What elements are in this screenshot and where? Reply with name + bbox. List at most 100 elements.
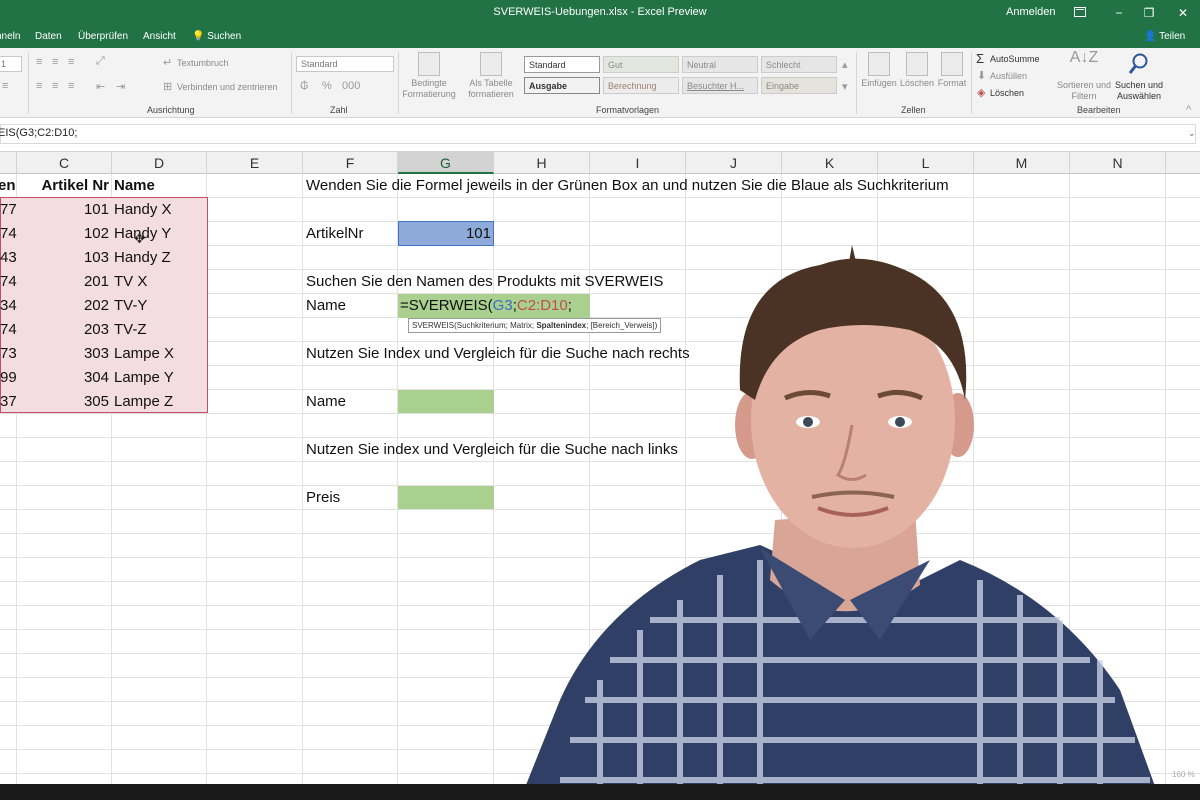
- column-header[interactable]: C: [17, 152, 112, 174]
- cell-b7[interactable]: 74: [0, 318, 17, 342]
- thousands-icon[interactable]: 000: [342, 80, 360, 92]
- column-header-b[interactable]: [0, 152, 17, 174]
- style-ausgabe[interactable]: Ausgabe: [524, 77, 600, 94]
- cell-b8[interactable]: 73: [0, 342, 17, 366]
- align-right-text-icon[interactable]: ≡: [68, 80, 74, 92]
- styles-more-icon[interactable]: ▾: [842, 80, 848, 93]
- cell-d2[interactable]: Handy X: [114, 198, 172, 222]
- tab-page-layout[interactable]: hneln: [0, 31, 20, 42]
- align-top-icon[interactable]: ≡: [36, 56, 42, 68]
- style-eingabe[interactable]: Eingabe: [761, 77, 837, 94]
- tab-search[interactable]: 💡 Suchen: [192, 31, 241, 42]
- style-gut[interactable]: Gut: [603, 56, 679, 73]
- cell-d9[interactable]: Lampe Y: [114, 366, 174, 390]
- collapse-ribbon-icon[interactable]: ^: [1186, 104, 1191, 116]
- column-header-selected[interactable]: G: [398, 152, 494, 174]
- column-header[interactable]: L: [878, 152, 974, 174]
- cell-d4[interactable]: Handy Z: [114, 246, 171, 270]
- formula-input[interactable]: [0, 124, 1196, 144]
- align-middle-icon[interactable]: ≡: [52, 56, 58, 68]
- column-header[interactable]: H: [494, 152, 590, 174]
- expand-formula-icon[interactable]: ⌄: [1188, 128, 1196, 139]
- orientation-icon[interactable]: ⤢: [96, 55, 105, 68]
- style-besucht[interactable]: Besuchter H...: [682, 77, 758, 94]
- cell-b3[interactable]: 74: [0, 222, 17, 246]
- cell-c5[interactable]: 201: [17, 270, 109, 294]
- cell-c9[interactable]: 304: [17, 366, 109, 390]
- tab-view[interactable]: Ansicht: [143, 31, 176, 42]
- cell-c2[interactable]: 101: [17, 198, 109, 222]
- format-as-table-button[interactable]: Als Tabelle formatieren: [462, 52, 520, 100]
- align-left-icon[interactable]: ≡: [2, 80, 8, 92]
- cell-b10[interactable]: 37: [0, 390, 17, 414]
- wrap-text-button[interactable]: Textumbruch: [177, 58, 229, 68]
- cell-b2[interactable]: 77: [0, 198, 17, 222]
- style-standard[interactable]: Standard: [524, 56, 600, 73]
- column-header[interactable]: M: [974, 152, 1070, 174]
- column-header[interactable]: I: [590, 152, 686, 174]
- cell-c7[interactable]: 203: [17, 318, 109, 342]
- percent-icon[interactable]: %: [322, 80, 332, 92]
- merge-center-button[interactable]: Verbinden und zentrieren: [177, 82, 278, 92]
- conditional-format-button[interactable]: Bedingte Formatierung: [401, 52, 457, 100]
- indent-decrease-icon[interactable]: ⇤: [96, 80, 105, 93]
- cell-c10[interactable]: 305: [17, 390, 109, 414]
- clear-button[interactable]: Löschen: [990, 88, 1024, 98]
- autosum-button[interactable]: AutoSumme: [990, 54, 1040, 64]
- column-header[interactable]: F: [303, 152, 398, 174]
- cell-f3-label[interactable]: ArtikelNr: [306, 222, 364, 246]
- indent-increase-icon[interactable]: ⇥: [116, 80, 125, 93]
- align-left-text-icon[interactable]: ≡: [36, 80, 42, 92]
- style-berechnung[interactable]: Berechnung: [603, 77, 679, 94]
- find-select-button[interactable]: Suchen und Auswählen: [1113, 52, 1165, 102]
- column-header[interactable]: N: [1070, 152, 1166, 174]
- cell-c1[interactable]: Artikel Nr: [17, 174, 109, 198]
- align-center-text-icon[interactable]: ≡: [52, 80, 58, 92]
- signin-link[interactable]: Anmelden: [1006, 6, 1056, 18]
- cell-b1[interactable]: en: [0, 174, 16, 198]
- style-neutral[interactable]: Neutral: [682, 56, 758, 73]
- column-header[interactable]: K: [782, 152, 878, 174]
- cell-b9[interactable]: 99: [0, 366, 17, 390]
- font-size-dropdown[interactable]: 1: [0, 56, 22, 72]
- cell-d7[interactable]: TV-Z: [114, 318, 147, 342]
- sort-filter-button[interactable]: A↓Z Sortieren und Filtern: [1056, 50, 1112, 102]
- tooltip-active-arg[interactable]: Spaltenindex: [536, 321, 586, 330]
- cell-b4[interactable]: 43: [0, 246, 17, 270]
- style-schlecht[interactable]: Schlecht: [761, 56, 837, 73]
- cell-f12-label[interactable]: Preis: [306, 486, 340, 510]
- cell-b5[interactable]: 74: [0, 270, 17, 294]
- fill-button[interactable]: Ausfüllen: [990, 71, 1027, 81]
- cell-g12-green-box[interactable]: [398, 486, 494, 509]
- cell-f10-instruction[interactable]: Nutzen Sie index und Vergleich für die S…: [306, 438, 678, 462]
- cell-d1[interactable]: Name: [114, 174, 155, 198]
- share-button[interactable]: 👤 Teilen: [1144, 31, 1185, 42]
- cell-d5[interactable]: TV X: [114, 270, 147, 294]
- cell-g8-green-box[interactable]: [398, 390, 494, 413]
- maximize-button[interactable]: ❐: [1134, 2, 1164, 24]
- cell-f6-instruction[interactable]: Nutzen Sie Index und Vergleich für die S…: [306, 342, 690, 366]
- cell-c6[interactable]: 202: [17, 294, 109, 318]
- cell-d8[interactable]: Lampe X: [114, 342, 174, 366]
- styles-scroll-icon[interactable]: ▴: [842, 58, 848, 71]
- column-header[interactable]: J: [686, 152, 782, 174]
- format-cells-button[interactable]: Format: [934, 52, 970, 89]
- minimize-button[interactable]: −: [1104, 2, 1134, 24]
- cell-c3[interactable]: 102: [17, 222, 109, 246]
- cell-d10[interactable]: Lampe Z: [114, 390, 173, 414]
- cell-f1-instruction[interactable]: Wenden Sie die Formel jeweils in der Grü…: [306, 174, 949, 198]
- cell-c8[interactable]: 303: [17, 342, 109, 366]
- cell-f4-instruction[interactable]: Suchen Sie den Namen des Produkts mit SV…: [306, 270, 663, 294]
- tab-review[interactable]: Überprüfen: [78, 31, 128, 42]
- align-bottom-icon[interactable]: ≡: [68, 56, 74, 68]
- cell-d6[interactable]: TV-Y: [114, 294, 147, 318]
- insert-cells-button[interactable]: Einfügen: [860, 52, 898, 89]
- column-header[interactable]: D: [112, 152, 207, 174]
- column-header-o[interactable]: [1166, 152, 1200, 174]
- cell-b6[interactable]: 34: [0, 294, 17, 318]
- cell-f8-label[interactable]: Name: [306, 390, 346, 414]
- delete-cells-button[interactable]: Löschen: [898, 52, 936, 89]
- zoom-level[interactable]: 160 %: [1172, 770, 1195, 779]
- currency-icon[interactable]: ₲: [300, 80, 309, 92]
- cell-f5-label[interactable]: Name: [306, 294, 346, 318]
